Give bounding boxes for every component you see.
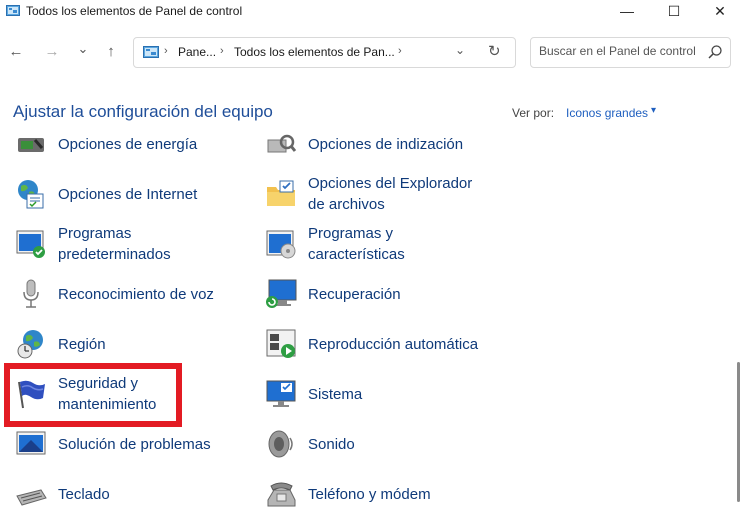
item-label-line: Programas y [308, 225, 394, 242]
highlight-annotation [4, 363, 182, 427]
item-label: Sistema [308, 385, 363, 403]
vertical-scrollbar[interactable] [735, 134, 742, 511]
search-icon[interactable] [707, 44, 723, 60]
item-system[interactable]: Sistema [264, 374, 362, 414]
item-label: Región [58, 335, 106, 353]
back-button[interactable]: ← [5, 41, 27, 63]
item-label: Opciones del Explorador de archivos [308, 173, 472, 215]
chevron-down-icon: ⌄ [77, 41, 89, 56]
minimize-icon: — [620, 3, 634, 19]
item-troubleshooting[interactable]: Solución de problemas [14, 424, 211, 464]
breadcrumb-panel[interactable]: Pane... [178, 45, 216, 59]
system-icon [264, 377, 298, 411]
region-icon [14, 327, 48, 361]
window-title: Todos los elementos de Panel de control [26, 4, 243, 18]
item-keyboard[interactable]: Teclado [14, 474, 110, 511]
item-label: Solución de problemas [58, 435, 211, 453]
item-power-options[interactable]: Opciones de energía [14, 134, 197, 164]
maximize-button[interactable]: ☐ [651, 0, 697, 24]
item-label: Reconocimiento de voz [58, 285, 214, 303]
control-panel-location-icon [143, 46, 159, 58]
back-arrow-icon: ← [8, 43, 24, 60]
recovery-icon [264, 277, 298, 311]
item-label: Programas y características [308, 223, 405, 265]
breadcrumb-separator-icon: › [164, 45, 168, 57]
search-input[interactable] [539, 44, 699, 58]
title-bar: Todos los elementos de Panel de control … [0, 0, 742, 24]
view-by-dropdown[interactable]: Iconos grandes [566, 106, 648, 120]
address-bar[interactable]: › Pane... › Todos los elementos de Pan..… [133, 37, 516, 68]
item-speech-recognition[interactable]: Reconocimiento de voz [14, 274, 214, 314]
item-label: Teléfono y módem [308, 485, 431, 503]
breadcrumb-all-items[interactable]: Todos los elementos de Pan... [234, 45, 395, 59]
up-arrow-icon: ↑ [107, 43, 115, 60]
item-label: Opciones de energía [58, 135, 198, 153]
item-label: Programas predeterminados [58, 223, 171, 265]
item-label: Teclado [58, 485, 110, 503]
control-panel-items: Opciones de energía Opciones de indizaci… [0, 134, 742, 511]
item-sound[interactable]: Sonido [264, 424, 355, 464]
item-region[interactable]: Región [14, 324, 106, 364]
item-label: Opciones de indización [308, 135, 464, 153]
item-label: Reproducción automática [308, 335, 479, 353]
view-by-label: Ver por: [512, 106, 555, 120]
address-dropdown-icon[interactable]: ⌄ [455, 43, 465, 57]
forward-button[interactable]: → [41, 41, 63, 63]
breadcrumb-separator-icon: › [398, 45, 402, 57]
programs-features-icon [264, 227, 298, 261]
item-folder-options[interactable]: Opciones del Explorador de archivos [264, 174, 472, 214]
view-by-caret-icon[interactable]: ▾ [651, 105, 656, 116]
close-button[interactable]: ✕ [697, 0, 742, 24]
item-label-line: de archivos [308, 196, 385, 213]
speaker-icon [264, 427, 298, 461]
maximize-icon: ☐ [667, 3, 681, 19]
folder-options-icon [264, 177, 298, 211]
minimize-button[interactable]: — [604, 0, 650, 24]
item-autoplay[interactable]: Reproducción automática [264, 324, 478, 364]
indexing-options-icon [264, 134, 298, 161]
internet-options-icon [14, 177, 48, 211]
item-programs-features[interactable]: Programas y características [264, 224, 405, 264]
microphone-icon [14, 277, 48, 311]
control-panel-app-icon [6, 5, 20, 16]
item-recovery[interactable]: Recuperación [264, 274, 401, 314]
power-options-icon [14, 134, 48, 161]
item-indexing-options[interactable]: Opciones de indización [264, 134, 463, 164]
forward-arrow-icon: → [44, 43, 60, 60]
scrollbar-thumb[interactable] [737, 362, 740, 502]
item-label-line: Programas [58, 225, 132, 242]
up-button[interactable]: ↑ [100, 41, 122, 63]
breadcrumb-separator-icon: › [220, 45, 224, 57]
recent-locations-button[interactable]: ⌄ [72, 38, 94, 60]
phone-modem-icon [264, 477, 298, 511]
item-internet-options[interactable]: Opciones de Internet [14, 174, 197, 214]
item-label-line: características [308, 246, 405, 263]
autoplay-icon [264, 327, 298, 361]
item-label: Opciones de Internet [58, 185, 198, 203]
keyboard-icon [14, 477, 48, 511]
refresh-icon[interactable]: ↻ [488, 42, 501, 60]
default-programs-icon [14, 227, 48, 261]
troubleshooting-icon [14, 427, 48, 461]
page-heading: Ajustar la configuración del equipo [13, 102, 273, 121]
search-box[interactable] [530, 37, 731, 68]
item-phone-modem[interactable]: Teléfono y módem [264, 474, 431, 511]
item-label: Sonido [308, 435, 355, 453]
item-label: Recuperación [308, 285, 401, 303]
item-label-line: Opciones del Explorador [308, 175, 473, 192]
item-default-programs[interactable]: Programas predeterminados [14, 224, 171, 264]
close-icon: ✕ [714, 3, 726, 19]
item-label-line: predeterminados [58, 246, 171, 263]
